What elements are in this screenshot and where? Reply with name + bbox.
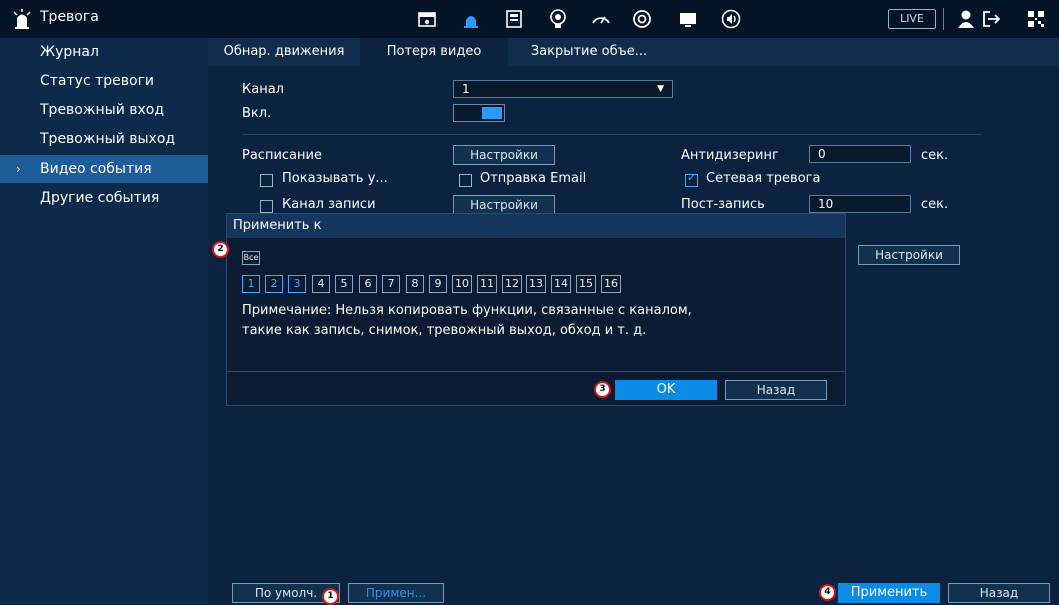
extra-settings-button[interactable]: Настройки (858, 245, 960, 265)
seconds-unit: сек. (921, 148, 949, 163)
sidebar: Журнал Статус тревоги Тревожный вход Тре… (0, 38, 208, 604)
chevron-right-icon: › (16, 162, 21, 176)
step-badge-2: 2 (212, 241, 229, 258)
channel-4-checkbox[interactable]: 4 (312, 275, 330, 293)
sidebar-item-label: Тревожный выход (40, 131, 176, 147)
channel-6-checkbox[interactable]: 6 (359, 275, 377, 293)
network-icon[interactable] (590, 8, 612, 30)
ai-icon[interactable] (547, 8, 569, 30)
record-channel-label: Канал записи (282, 197, 376, 212)
channel-9-checkbox[interactable]: 9 (429, 275, 447, 293)
sidebar-item-label: Видео события (40, 161, 152, 177)
tab-video-loss[interactable]: Потеря видео (360, 38, 508, 66)
channel-14-checkbox[interactable]: 14 (551, 275, 571, 293)
enable-toggle[interactable] (453, 104, 505, 122)
sidebar-item-label: Другие события (40, 190, 160, 206)
channel-12-checkbox[interactable]: 12 (502, 275, 522, 293)
record-channel-checkbox[interactable] (260, 200, 273, 213)
sidebar-item-alarm-status[interactable]: Статус тревоги (0, 67, 208, 95)
dialog-divider (227, 371, 845, 372)
user-icon[interactable] (955, 8, 977, 30)
live-button[interactable]: LIVE (888, 9, 936, 29)
camera-icon[interactable] (416, 8, 438, 30)
record-settings-button[interactable]: Настройки (453, 195, 555, 215)
tab-motion-detection[interactable]: Обнар. движения (208, 38, 360, 66)
ok-button[interactable]: OK (615, 380, 717, 400)
top-bar: Тревога LIVE (0, 0, 1059, 39)
alarm-icon[interactable] (460, 8, 482, 30)
channel-7-checkbox[interactable]: 7 (382, 275, 400, 293)
monitor-icon[interactable] (677, 8, 699, 30)
back-button[interactable]: Назад (948, 583, 1050, 603)
toggle-knob (482, 107, 502, 119)
sidebar-item-alarm-input[interactable]: Тревожный вход (0, 96, 208, 124)
channel-15-checkbox[interactable]: 15 (576, 275, 596, 293)
copy-button[interactable]: Примен... (348, 583, 444, 603)
alarm-title-icon (12, 9, 32, 33)
apply-button[interactable]: Применить (838, 583, 940, 603)
select-all-checkbox[interactable]: Все (242, 251, 260, 265)
channel-3-checkbox[interactable]: 3 (288, 275, 306, 293)
tab-tampering[interactable]: Закрытие объе... (508, 38, 670, 66)
sidebar-item-video-events[interactable]: › Видео события (0, 155, 208, 183)
network-alarm-checkbox[interactable] (685, 171, 698, 187)
channel-13-checkbox[interactable]: 13 (526, 275, 546, 293)
show-message-label: Показывать у... (282, 171, 388, 186)
sidebar-item-log[interactable]: Журнал (0, 38, 208, 66)
show-message-checkbox[interactable] (260, 174, 273, 187)
storage-icon[interactable] (503, 8, 525, 30)
channel-2-checkbox[interactable]: 2 (265, 275, 283, 293)
channel-select[interactable]: 1 ▼ (453, 80, 673, 98)
tab-bar: Обнар. движения Потеря видео Закрытие об… (208, 38, 1059, 66)
divider (242, 134, 982, 135)
send-email-label: Отправка Email (480, 171, 587, 186)
post-record-input[interactable]: 10 (809, 195, 911, 213)
antidither-label: Антидизеринг (681, 148, 779, 163)
network-alarm-label: Сетевая тревога (706, 171, 821, 186)
dialog-back-button[interactable]: Назад (725, 380, 827, 400)
note-line-2: такие как запись, снимок, тревожный выхо… (242, 323, 647, 338)
channel-5-checkbox[interactable]: 5 (335, 275, 353, 293)
channel-1-checkbox[interactable]: 1 (242, 275, 260, 293)
channel-8-checkbox[interactable]: 8 (406, 275, 424, 293)
sidebar-item-other-events[interactable]: Другие события (0, 184, 208, 212)
antidither-input[interactable]: 0 (809, 145, 911, 163)
dialog-title: Применить к (233, 218, 322, 233)
note-line-1: Примечание: Нельзя копировать функции, с… (242, 303, 692, 318)
channel-label: Канал (242, 82, 284, 97)
channel-10-checkbox[interactable]: 10 (452, 275, 472, 293)
apply-to-dialog: Применить к Все 1 2 3 4 5 6 7 8 9 10 11 … (226, 213, 846, 406)
system-icon[interactable] (631, 8, 653, 30)
sidebar-item-label: Статус тревоги (40, 73, 155, 89)
seconds-unit: сек. (921, 197, 949, 212)
page-title: Тревога (40, 9, 99, 25)
chevron-down-icon: ▼ (657, 84, 664, 94)
step-badge-1: 1 (322, 588, 339, 605)
channel-value: 1 (462, 82, 470, 96)
sidebar-item-label: Журнал (40, 44, 99, 60)
audio-icon[interactable] (720, 8, 742, 30)
enable-label: Вкл. (242, 106, 272, 121)
schedule-label: Расписание (242, 148, 322, 163)
channel-16-checkbox[interactable]: 16 (601, 275, 621, 293)
logout-icon[interactable] (981, 8, 1003, 30)
topbar-divider (943, 8, 944, 30)
sidebar-item-alarm-output[interactable]: Тревожный выход (0, 125, 208, 153)
qr-icon[interactable] (1025, 8, 1047, 30)
schedule-settings-button[interactable]: Настройки (453, 145, 555, 165)
channel-11-checkbox[interactable]: 11 (477, 275, 497, 293)
post-record-label: Пост-запись (681, 197, 765, 212)
send-email-checkbox[interactable] (459, 174, 472, 187)
step-badge-4: 4 (819, 584, 836, 601)
dialog-header: Применить к (227, 214, 845, 238)
sidebar-item-label: Тревожный вход (40, 102, 165, 118)
step-badge-3: 3 (594, 381, 611, 398)
